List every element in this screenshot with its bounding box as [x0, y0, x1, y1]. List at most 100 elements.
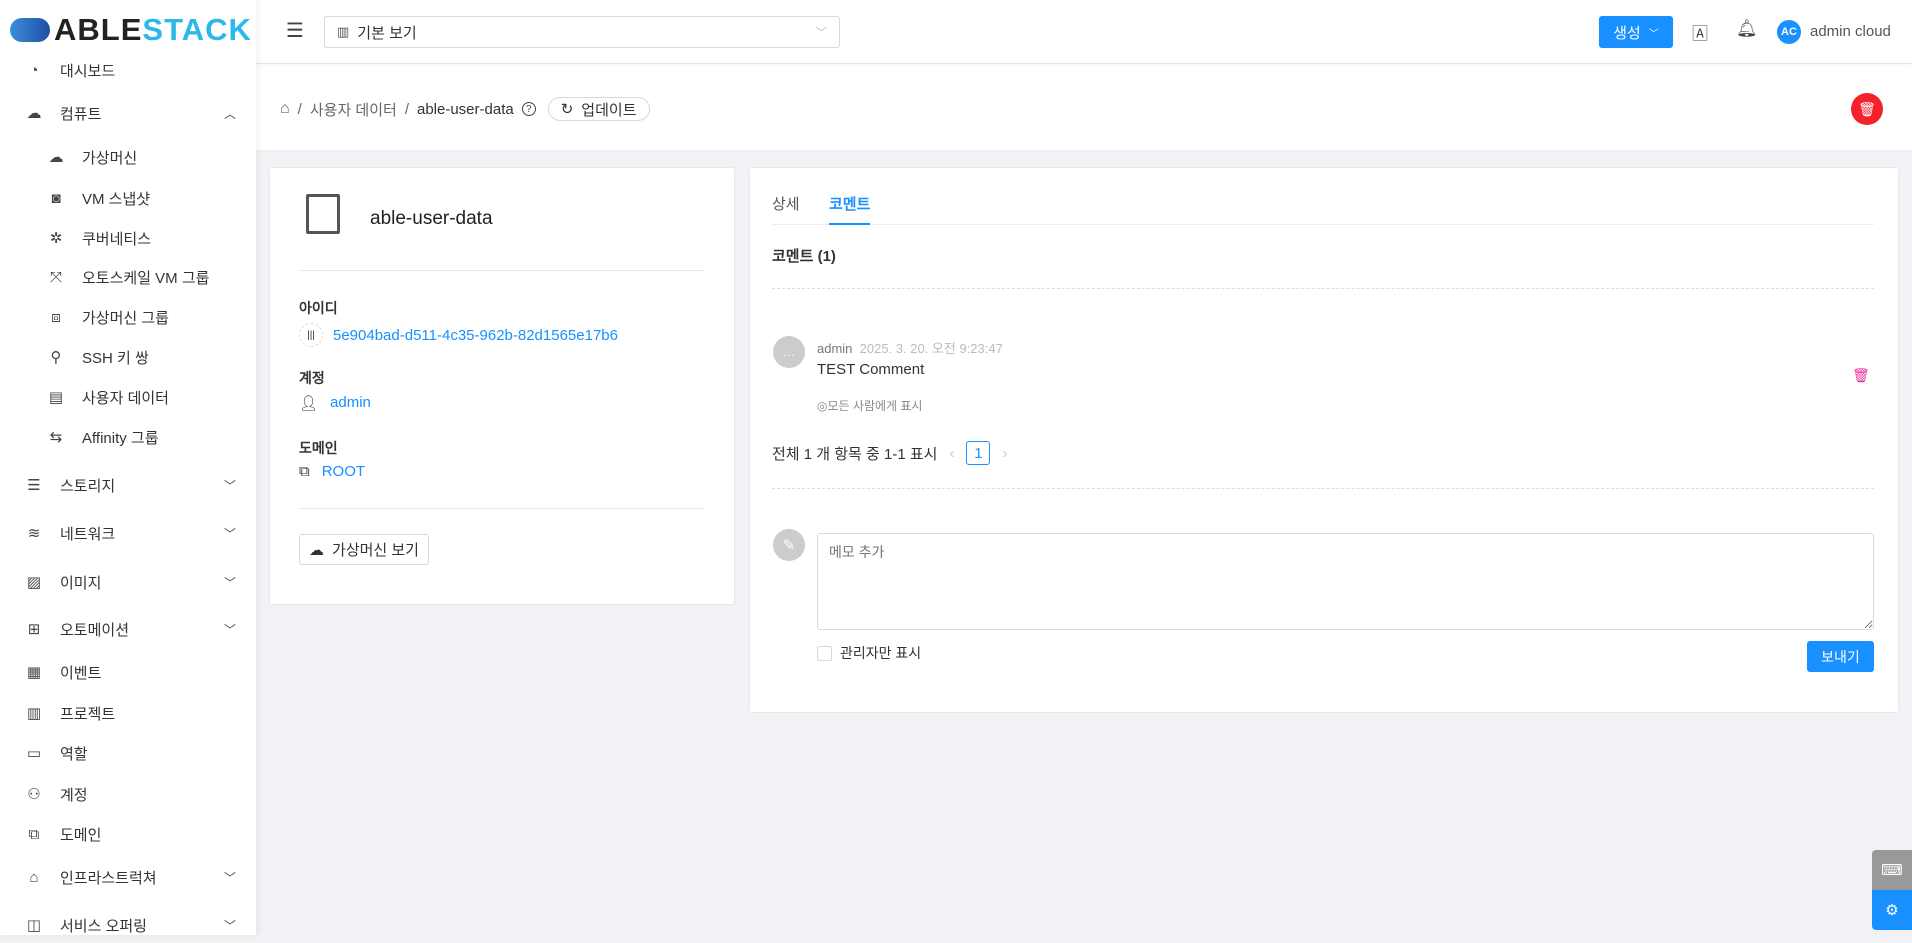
send-button[interactable]: 보내기: [1807, 641, 1874, 672]
ablestack-logo[interactable]: ABLE STACK: [10, 12, 252, 48]
page-1-button[interactable]: 1: [966, 441, 991, 465]
key-icon: ⚲: [50, 349, 62, 366]
barcode-icon: |||: [299, 323, 323, 347]
dashboard-icon: ◔: [29, 61, 39, 79]
sidebar: ABLE STACK ◔ 대시보드 ☁ 컴퓨트 ︿ ☁ 가상머신 ◙ VM 스냅샷 ✲ 쿠버네티스 ⤧ 오…: [0, 0, 256, 935]
project-icon: ▥: [26, 705, 42, 722]
tab-comments[interactable]: 코멘트: [829, 193, 871, 225]
refresh-button[interactable]: ↻ 업데이트: [547, 97, 650, 121]
sidebar-item-label: 컴퓨트: [60, 105, 102, 123]
sidebar-item[interactable]: ⇆ Affinity 그룹: [0, 419, 256, 455]
sidebar-item-label: 가상머신 그룹: [82, 309, 169, 327]
menu-collapse-icon[interactable]: ☰: [286, 18, 304, 43]
chevron-down-icon: ﹀: [223, 575, 236, 590]
visibility-label: 모든 사람에게 표시: [827, 399, 923, 413]
admin-only-label: 관리자만 표시: [840, 645, 922, 661]
sidebar-item[interactable]: ✲ 쿠버네티스: [0, 220, 256, 256]
account-label: 계정: [299, 370, 325, 386]
checkbox-box[interactable]: [817, 645, 832, 661]
sidebar-item[interactable]: ⚲ SSH 키 쌍: [0, 339, 256, 375]
view-vm-button[interactable]: ☁ 가상머신 보기: [299, 534, 429, 565]
domain-link[interactable]: ROOT: [322, 463, 365, 480]
next-page-icon[interactable]: ›: [1002, 445, 1007, 462]
tab-bar-divider: [772, 224, 1874, 225]
top-header: ☰ ▥ 기본 보기 ﹀ 생성 ﹀ 🄰 🔔︎ AC admin cloud: [256, 0, 1912, 63]
sidebar-item-label: 서비스 오퍼링: [60, 917, 147, 935]
reload-icon: ↻: [560, 101, 574, 118]
sidebar-item[interactable]: ⧉ 도메인: [0, 816, 256, 852]
sidebar-item[interactable]: ▦ 이벤트: [0, 654, 256, 690]
domain-icon: ⧉: [28, 825, 40, 843]
sidebar-item[interactable]: ◫ 서비스 오퍼링 ﹀: [0, 907, 256, 943]
sidebar-item[interactable]: ☰ 스토리지 ﹀: [0, 467, 256, 503]
domain-row: ⧉ ROOT: [299, 463, 365, 480]
domain-icon: ⧉: [299, 463, 310, 480]
info-card: able-user-data 아이디 ||| 5e904bad-d511-4c35…: [269, 167, 735, 605]
account-link[interactable]: admin: [330, 394, 371, 412]
delete-button[interactable]: 🗑︎: [1851, 93, 1883, 125]
sidebar-item[interactable]: ⧈ 가상머신 그룹: [0, 299, 256, 335]
sidebar-item[interactable]: ◙ VM 스냅샷: [0, 180, 256, 216]
delete-comment-icon[interactable]: 🗑︎: [1852, 367, 1870, 384]
sidebar-item[interactable]: ▨ 이미지 ﹀: [0, 564, 256, 600]
sidebar-item-label: 스토리지: [60, 477, 116, 495]
comment-input[interactable]: [817, 533, 1874, 630]
chevron-up-icon: ︿: [223, 106, 236, 121]
tab-details[interactable]: 상세: [772, 193, 800, 214]
chevron-down-icon: ﹀: [223, 918, 236, 933]
sidebar-item[interactable]: ⊞ 오토메이션 ﹀: [0, 611, 256, 647]
settings-button[interactable]: ⚙: [1872, 890, 1912, 930]
user-data-icon: [306, 194, 340, 234]
gear-icon: ⚙: [1885, 902, 1899, 919]
sidebar-item[interactable]: ⤧ 오토스케일 VM 그룹: [0, 259, 256, 295]
id-value[interactable]: 5e904bad-d511-4c35-962b-82d1565e17b6: [333, 327, 618, 344]
refresh-label: 업데이트: [581, 101, 637, 119]
sidebar-item-label: 도메인: [60, 826, 102, 844]
breadcrumb: ⌂ / 사용자 데이터 / able-user-data ? ↻ 업데이트: [280, 97, 650, 121]
user-name[interactable]: admin cloud: [1810, 23, 1891, 40]
sidebar-item-label: 이미지: [60, 574, 102, 592]
sidebar-item[interactable]: ▭ 역할: [0, 735, 256, 771]
question-circle-icon[interactable]: ?: [521, 102, 536, 116]
sidebar-item[interactable]: ⚇ 계정: [0, 776, 256, 812]
bell-icon[interactable]: 🔔︎: [1736, 19, 1758, 39]
view-select-value: 기본 보기: [357, 24, 417, 42]
sidebar-item[interactable]: ☁ 컴퓨트 ︿: [0, 95, 256, 131]
sidebar-item[interactable]: ▤ 사용자 데이터: [0, 379, 256, 415]
automation-icon: ⊞: [27, 621, 41, 638]
resource-title: able-user-data: [370, 208, 493, 229]
create-button[interactable]: 생성 ﹀: [1599, 16, 1673, 48]
sidebar-item-label: VM 스냅샷: [82, 190, 151, 208]
keyboard-shortcut-button[interactable]: ⌨: [1872, 850, 1912, 890]
calendar-icon: ▦: [26, 664, 42, 681]
sidebar-item[interactable]: ☁ 가상머신: [0, 139, 256, 175]
admin-only-checkbox[interactable]: 관리자만 표시: [817, 643, 921, 663]
home-icon[interactable]: ⌂: [280, 100, 290, 118]
sidebar-item[interactable]: ⌂ 인프라스트럭쳐 ﹀: [0, 859, 256, 895]
kubernetes-icon: ✲: [49, 230, 63, 247]
sidebar-item-label: 이벤트: [60, 664, 102, 682]
divider: [772, 288, 1874, 289]
breadcrumb-parent[interactable]: 사용자 데이터: [310, 99, 397, 120]
id-label: 아이디: [299, 300, 338, 316]
trash-icon: 🗑︎: [1858, 100, 1876, 117]
divider: [299, 508, 705, 509]
avatar[interactable]: AC: [1777, 20, 1801, 44]
pagination: 전체 1 개 항목 중 1-1 표시 ‹ 1 ›: [772, 441, 1007, 465]
translate-icon[interactable]: 🄰: [1692, 20, 1708, 44]
prev-page-icon[interactable]: ‹: [949, 445, 954, 462]
chevron-down-icon: ﹀: [223, 870, 236, 885]
view-select[interactable]: ▥ 기본 보기 ﹀: [324, 16, 840, 48]
sidebar-item-label: 쿠버네티스: [82, 230, 152, 248]
sidebar-item[interactable]: ▥ 프로젝트: [0, 695, 256, 731]
sidebar-item[interactable]: ◔ 대시보드: [0, 52, 256, 88]
bank-icon: ⌂: [29, 868, 39, 886]
account-row: 👤︎ admin: [299, 394, 371, 412]
team-icon: ⚇: [27, 786, 41, 803]
logo-text-able: ABLE: [54, 12, 143, 47]
autoscale-icon: ⤧: [49, 268, 62, 286]
sidebar-item-label: 프로젝트: [60, 705, 116, 723]
sidebar-item[interactable]: ≋ 네트워크 ﹀: [0, 515, 256, 551]
sidebar-item-label: 오토메이션: [60, 621, 130, 639]
project-icon: ▥: [337, 24, 350, 39]
